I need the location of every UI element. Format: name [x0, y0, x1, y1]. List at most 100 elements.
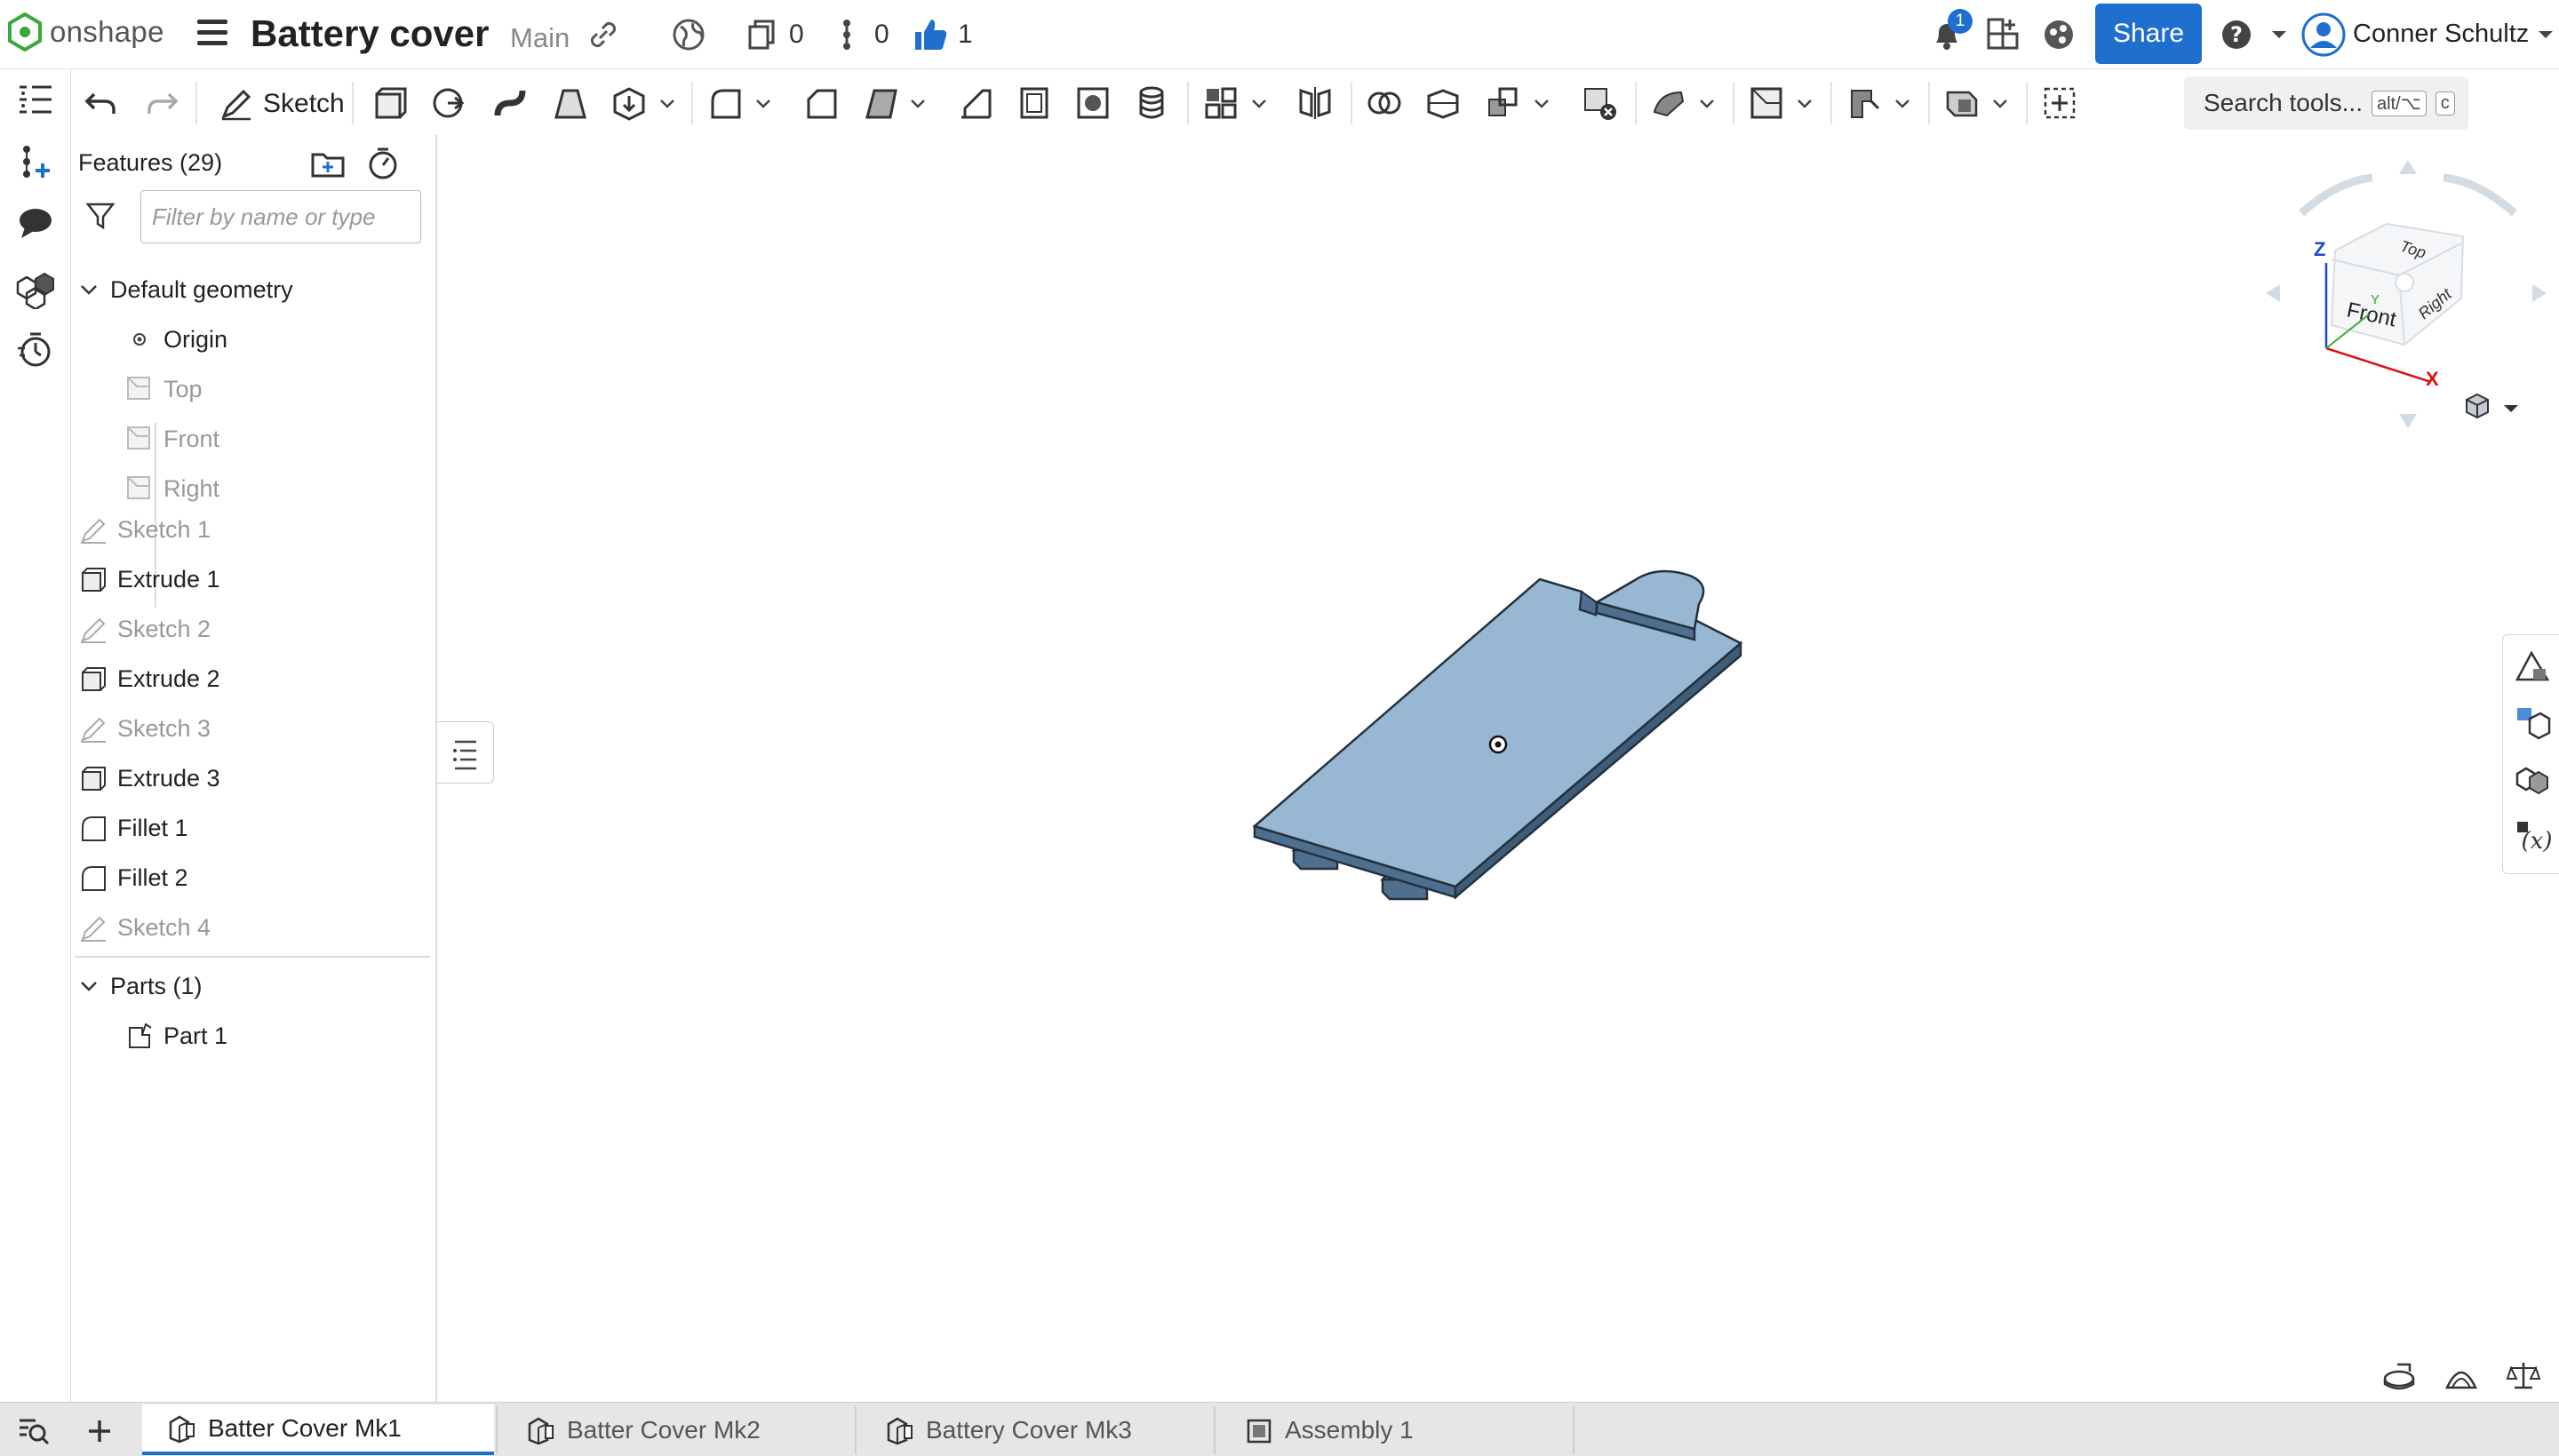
add-variable-icon[interactable] — [14, 140, 57, 183]
loft-icon[interactable] — [551, 84, 590, 123]
graphics-viewport[interactable] — [439, 135, 2559, 1402]
feature-filter-input[interactable] — [140, 190, 421, 243]
pattern-icon[interactable] — [1201, 84, 1240, 123]
feature-item[interactable]: Extrude 1 — [78, 556, 437, 602]
feature-item[interactable]: Fillet 1 — [78, 805, 437, 851]
tab-search-icon[interactable] — [16, 1415, 52, 1447]
chamfer-icon[interactable] — [801, 84, 841, 123]
hole-icon[interactable] — [1073, 84, 1112, 123]
part-item[interactable]: Part 1 — [124, 1013, 490, 1059]
feature-list-icon[interactable] — [14, 78, 57, 121]
appearance-panel-icon[interactable] — [2514, 648, 2551, 685]
materials-panel-icon[interactable] — [2514, 761, 2551, 799]
chevron-down-icon[interactable] — [78, 975, 100, 997]
feature-item[interactable]: Sketch 2 — [78, 606, 437, 652]
branch-name[interactable]: Main — [510, 22, 570, 54]
geometry-item[interactable]: Origin — [124, 316, 490, 362]
chevron-down-icon[interactable] — [1697, 94, 1717, 114]
filter-icon[interactable] — [85, 201, 116, 231]
chevron-down-icon[interactable] — [1532, 94, 1551, 114]
transform-icon[interactable] — [1484, 84, 1523, 123]
chevron-down-icon[interactable] — [908, 94, 928, 114]
document-title[interactable]: Battery cover — [251, 12, 489, 55]
help-icon[interactable]: ? — [2218, 16, 2255, 53]
thread-icon[interactable] — [1132, 84, 1171, 123]
battery-cover-model[interactable] — [439, 135, 2559, 1402]
extrude-icon[interactable] — [370, 84, 409, 123]
view-options-chevron-down-icon[interactable] — [2504, 405, 2518, 412]
default-geometry-row[interactable]: Default geometry — [78, 267, 444, 313]
like-icon[interactable] — [912, 16, 949, 53]
shell-icon[interactable] — [1015, 84, 1054, 123]
chevron-down-icon[interactable] — [78, 279, 100, 300]
globe-icon[interactable] — [670, 16, 707, 53]
view-cube-box[interactable] — [2330, 222, 2465, 346]
view-cube[interactable]: Top Front Right Z X Y — [2257, 151, 2559, 453]
link-icon[interactable] — [585, 16, 622, 53]
chevron-down-icon[interactable] — [658, 94, 677, 114]
chevron-down-icon[interactable] — [753, 94, 773, 114]
modify-fillet-icon[interactable] — [1649, 84, 1688, 123]
chevron-down-icon[interactable] — [1990, 94, 2010, 114]
chevron-down-icon[interactable] — [1249, 94, 1269, 114]
document-tab[interactable]: Assembly 1 — [1219, 1404, 1571, 1455]
origin-marker[interactable] — [1488, 735, 1508, 754]
redo-icon[interactable] — [142, 84, 181, 123]
main-menu-icon[interactable] — [197, 20, 227, 50]
draft-icon[interactable] — [862, 84, 901, 123]
rib-icon[interactable] — [956, 84, 995, 123]
help-chevron-down-icon[interactable] — [2260, 16, 2298, 53]
user-chevron-down-icon[interactable] — [2527, 16, 2559, 53]
configuration-panel-icon[interactable] — [2514, 704, 2551, 742]
feature-item[interactable]: Extrude 2 — [78, 656, 437, 702]
measure-icon[interactable] — [2381, 1359, 2417, 1391]
mirror-icon[interactable] — [1295, 84, 1335, 123]
parts-list-icon[interactable] — [14, 267, 57, 309]
delete-part-icon[interactable] — [1580, 84, 1619, 123]
sweep-icon[interactable] — [490, 84, 530, 123]
geometry-item[interactable]: Right — [124, 465, 490, 512]
undo-icon[interactable] — [82, 84, 121, 123]
section-view-icon[interactable] — [2443, 1359, 2479, 1391]
mass-properties-icon[interactable] — [2506, 1359, 2541, 1391]
plane-icon[interactable] — [1747, 84, 1786, 123]
boolean-icon[interactable] — [1365, 84, 1404, 123]
split-icon[interactable] — [1423, 84, 1463, 123]
parts-row[interactable]: Parts (1) — [78, 963, 444, 1009]
comments-icon[interactable] — [14, 203, 57, 245]
chevron-down-icon[interactable] — [1893, 94, 1912, 114]
surface-icon[interactable] — [1942, 84, 1981, 123]
history-icon[interactable] — [14, 329, 57, 371]
learning-center-icon[interactable] — [2040, 16, 2077, 53]
geometry-item[interactable]: Front — [124, 416, 490, 462]
app-store-icon[interactable] — [1985, 16, 2022, 53]
document-tab[interactable]: Batter Cover Mk2 — [501, 1404, 853, 1455]
feature-item[interactable]: Sketch 1 — [78, 515, 437, 553]
feature-item[interactable]: Extrude 3 — [78, 755, 437, 801]
feature-item[interactable]: Sketch 3 — [78, 705, 437, 752]
thicken-icon[interactable] — [610, 84, 649, 123]
onshape-logo[interactable]: onshape — [7, 12, 164, 52]
view-options-cube-icon[interactable] — [2466, 393, 2489, 419]
rebuild-timer-icon[interactable] — [364, 144, 402, 181]
share-button[interactable]: Share — [2095, 4, 2202, 64]
feature-item[interactable]: Sketch 4 — [78, 904, 437, 951]
chevron-down-icon[interactable] — [1795, 94, 1814, 114]
add-tab-plus-icon[interactable] — [82, 1415, 117, 1447]
revolve-icon[interactable] — [428, 84, 467, 123]
geometry-item[interactable]: Top — [124, 366, 490, 412]
document-tab[interactable]: Battery Cover Mk3 — [860, 1404, 1212, 1455]
search-tools-button[interactable]: Search tools... alt/⌥ c — [2184, 76, 2468, 130]
feature-list-scroll[interactable]: Sketch 1 Extrude 1 Sketch 2 Extrude 2 Sketch… — [71, 515, 437, 954]
add-custom-feature-icon[interactable] — [2040, 84, 2079, 123]
add-folder-icon[interactable] — [309, 144, 347, 181]
user-name[interactable]: Conner Schultz — [2353, 20, 2529, 49]
document-tab[interactable]: Batter Cover Mk1 — [142, 1404, 494, 1455]
variables-panel-icon[interactable]: (x) — [2514, 818, 2551, 855]
sketch-button[interactable]: Sketch — [211, 80, 352, 128]
versions-icon[interactable] — [743, 16, 780, 53]
user-avatar-icon[interactable] — [2301, 12, 2346, 57]
branches-icon[interactable] — [828, 16, 865, 53]
sheet-metal-icon[interactable] — [1845, 84, 1884, 123]
feature-item[interactable]: Fillet 2 — [78, 855, 437, 901]
